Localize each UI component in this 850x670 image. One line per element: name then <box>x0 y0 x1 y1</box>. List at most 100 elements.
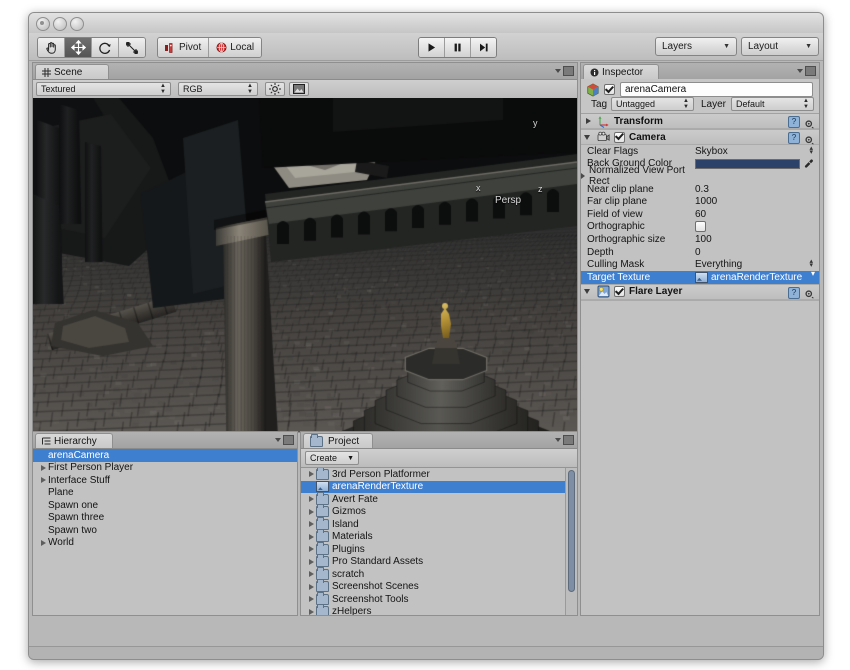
step-button[interactable] <box>471 38 496 57</box>
lighting-toggle[interactable] <box>265 82 285 96</box>
hierarchy-item[interactable]: Spawn one <box>33 499 297 512</box>
hierarchy-panel-menu[interactable] <box>275 435 294 445</box>
project-panel-menu[interactable] <box>555 435 574 445</box>
close-button[interactable] <box>36 17 50 31</box>
layout-dropdown[interactable]: Layout ▼ <box>741 37 819 56</box>
help-icon[interactable]: ? <box>788 116 800 128</box>
help-icon[interactable]: ? <box>788 287 800 299</box>
project-item[interactable]: Pro Standard Assets <box>301 556 566 569</box>
expand-triangle-icon[interactable] <box>39 477 48 483</box>
expand-triangle-icon[interactable] <box>307 546 316 552</box>
hierarchy-item[interactable]: arenaCamera <box>33 449 297 462</box>
inspector-panel-menu[interactable] <box>797 66 816 76</box>
expand-triangle-icon[interactable] <box>39 540 48 546</box>
expand-triangle-icon[interactable] <box>307 496 316 502</box>
property-row[interactable]: Target TexturearenaRenderTexture▾ <box>581 271 819 284</box>
tab-hierarchy[interactable]: Hierarchy <box>35 433 113 448</box>
hierarchy-item[interactable]: Spawn three <box>33 512 297 525</box>
project-item[interactable]: Plugins <box>301 543 566 556</box>
hierarchy-list[interactable]: arenaCameraFirst Person PlayerInterface … <box>33 449 297 615</box>
project-scrollbar[interactable] <box>565 468 577 615</box>
layers-dropdown[interactable]: Layers ▼ <box>655 37 737 56</box>
expand-triangle-icon[interactable] <box>584 117 593 126</box>
tab-inspector[interactable]: Inspector <box>583 64 659 79</box>
help-icon[interactable]: ? <box>788 132 800 144</box>
scene-view[interactable]: x z y Persp <box>33 98 577 432</box>
property-row[interactable]: Normalized View Port Rect <box>581 170 819 183</box>
project-item[interactable]: Materials <box>301 531 566 544</box>
stepper-icon[interactable]: ▴▾ <box>809 147 813 154</box>
eyedropper-icon[interactable] <box>804 159 814 169</box>
pause-button[interactable] <box>445 38 471 57</box>
hierarchy-item[interactable]: First Person Player <box>33 462 297 475</box>
gear-icon[interactable] <box>804 133 815 144</box>
create-dropdown[interactable]: Create ▼ <box>305 451 359 465</box>
hierarchy-item[interactable]: Spawn two <box>33 524 297 537</box>
property-row[interactable]: Field of view60 <box>581 208 819 221</box>
expand-triangle-icon[interactable] <box>307 571 316 577</box>
move-tool-button[interactable] <box>65 38 92 57</box>
render-mode-dropdown[interactable]: RGB ▲▼ <box>178 82 258 96</box>
expand-triangle-icon[interactable] <box>307 471 316 477</box>
fx-toggle[interactable] <box>289 82 309 96</box>
property-row[interactable]: Far clip plane1000 <box>581 195 819 208</box>
collapse-triangle-icon[interactable] <box>584 287 593 296</box>
tag-dropdown[interactable]: Untagged ▲▼ <box>611 97 694 111</box>
expand-triangle-icon[interactable] <box>307 559 316 565</box>
hierarchy-item[interactable]: Interface Stuff <box>33 474 297 487</box>
play-button[interactable] <box>419 38 445 57</box>
stepper-icon[interactable]: ▴▾ <box>809 260 813 267</box>
component-enabled-checkbox[interactable] <box>614 132 625 143</box>
property-row[interactable]: Near clip plane0.3 <box>581 183 819 196</box>
tab-project[interactable]: Project <box>303 433 373 448</box>
project-item[interactable]: Screenshot Tools <box>301 593 566 606</box>
property-row[interactable]: Depth0 <box>581 246 819 259</box>
project-scrollbar-thumb[interactable] <box>568 470 575 592</box>
project-list[interactable]: 3rd Person PlatformerarenaRenderTextureA… <box>301 468 566 615</box>
gear-icon[interactable] <box>804 117 815 128</box>
project-item[interactable]: scratch <box>301 568 566 581</box>
project-item[interactable]: Island <box>301 518 566 531</box>
expand-triangle-icon[interactable] <box>307 534 316 540</box>
component-header[interactable]: Flare Layer? <box>581 285 819 300</box>
property-row[interactable]: Culling MaskEverything▴▾ <box>581 258 819 271</box>
expand-triangle-icon[interactable] <box>581 173 589 179</box>
component-header[interactable]: Transform? <box>581 114 819 129</box>
property-row[interactable]: Orthographic <box>581 221 819 234</box>
hierarchy-item[interactable]: World <box>33 537 297 550</box>
property-checkbox[interactable] <box>695 221 706 232</box>
tab-scene[interactable]: Scene <box>35 64 109 79</box>
property-row[interactable]: Clear FlagsSkybox▴▾ <box>581 145 819 158</box>
expand-triangle-icon[interactable] <box>307 509 316 515</box>
expand-triangle-icon[interactable] <box>307 609 316 615</box>
object-picker-icon[interactable]: ▾ <box>811 272 815 276</box>
project-item[interactable]: Avert Fate <box>301 493 566 506</box>
draw-mode-dropdown[interactable]: Textured ▲▼ <box>36 82 171 96</box>
minimize-button[interactable] <box>53 17 67 31</box>
gear-icon[interactable] <box>804 287 815 298</box>
local-toggle-button[interactable]: Local <box>209 38 261 57</box>
expand-triangle-icon[interactable] <box>307 521 316 527</box>
project-item[interactable]: 3rd Person Platformer <box>301 468 566 481</box>
project-item[interactable]: zHelpers <box>301 606 566 616</box>
layer-dropdown[interactable]: Default ▲▼ <box>731 97 814 111</box>
zoom-button[interactable] <box>70 17 84 31</box>
scale-tool-button[interactable] <box>119 38 145 57</box>
object-enabled-checkbox[interactable] <box>604 84 615 95</box>
expand-triangle-icon[interactable] <box>307 596 316 602</box>
property-row[interactable]: Orthographic size100 <box>581 233 819 246</box>
object-name-field[interactable]: arenaCamera <box>620 82 813 97</box>
scene-render[interactable] <box>33 98 577 432</box>
project-item[interactable]: Screenshot Scenes <box>301 581 566 594</box>
expand-triangle-icon[interactable] <box>39 465 48 471</box>
component-header[interactable]: Camera? <box>581 130 819 145</box>
color-swatch[interactable] <box>695 159 800 169</box>
pivot-toggle-button[interactable]: Pivot <box>158 38 209 57</box>
hierarchy-item[interactable]: Plane <box>33 487 297 500</box>
component-enabled-checkbox[interactable] <box>614 286 625 297</box>
hand-tool-button[interactable] <box>38 38 65 57</box>
collapse-triangle-icon[interactable] <box>584 133 593 142</box>
rotate-tool-button[interactable] <box>92 38 119 57</box>
expand-triangle-icon[interactable] <box>307 584 316 590</box>
scene-panel-menu[interactable] <box>555 66 574 76</box>
